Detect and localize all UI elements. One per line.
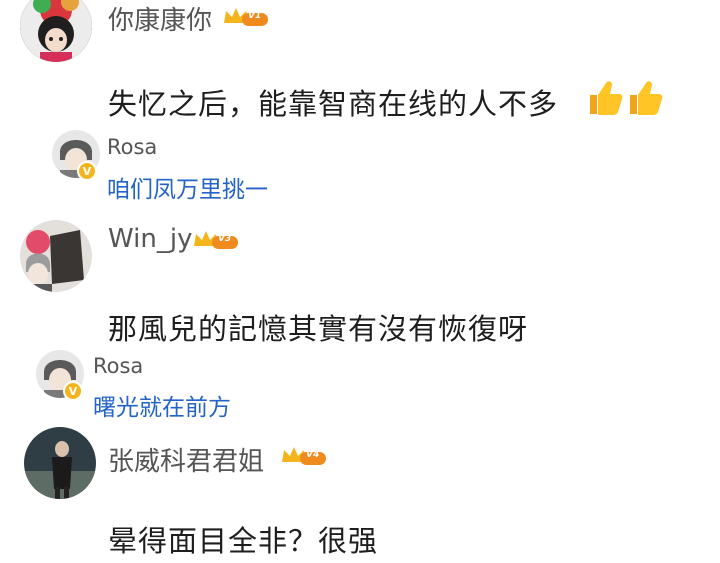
level-label: V3 xyxy=(218,234,232,244)
vip-badge: V4 xyxy=(280,443,328,469)
thumbs-up-icon xyxy=(584,78,664,122)
reply-text[interactable]: 曙光就在前方 xyxy=(93,388,231,422)
vip-badge: V3 xyxy=(192,227,240,253)
username[interactable]: 你康康你 xyxy=(108,0,212,37)
comment-item: Win_jy V3 那風兒的記憶其實有沒有恢復呀 xyxy=(0,210,720,350)
avatar[interactable] xyxy=(24,427,96,499)
reply-item: V Rosa 曙光就在前方 xyxy=(0,350,720,422)
username[interactable]: Win_jy xyxy=(108,224,192,254)
crown-icon xyxy=(282,447,326,465)
verified-icon: V xyxy=(77,161,97,181)
reply-item: V Rosa 咱们凤万里挑一 xyxy=(0,130,720,205)
username[interactable]: Rosa xyxy=(93,354,143,378)
comment-item: 张威科君君姐 V4 晕得面目全非？很强 xyxy=(0,425,720,563)
thumbs-up-icon xyxy=(590,81,623,115)
avatar-image xyxy=(24,427,96,499)
crown-icon xyxy=(224,8,268,26)
comment-text: 失忆之后，能靠智商在线的人不多 xyxy=(108,87,559,121)
crown-icon xyxy=(194,231,238,249)
level-label: V4 xyxy=(306,450,320,460)
comment-item: 你康康你 V1 失忆之后，能靠智商在线的人不多 xyxy=(0,0,720,130)
username[interactable]: Rosa xyxy=(107,135,157,159)
avatar[interactable] xyxy=(20,220,92,292)
avatar-image xyxy=(20,0,92,62)
avatar-image xyxy=(20,220,92,292)
verified-icon: V xyxy=(63,381,83,401)
level-label: V1 xyxy=(248,11,262,21)
vip-badge: V1 xyxy=(222,4,270,30)
reply-text[interactable]: 咱们凤万里挑一 xyxy=(107,170,268,204)
username[interactable]: 张威科君君姐 xyxy=(108,441,264,478)
comment-text: 那風兒的記憶其實有沒有恢復呀 xyxy=(108,312,529,346)
comment-text: 晕得面目全非？很强 xyxy=(108,524,379,558)
avatar[interactable] xyxy=(20,0,92,62)
